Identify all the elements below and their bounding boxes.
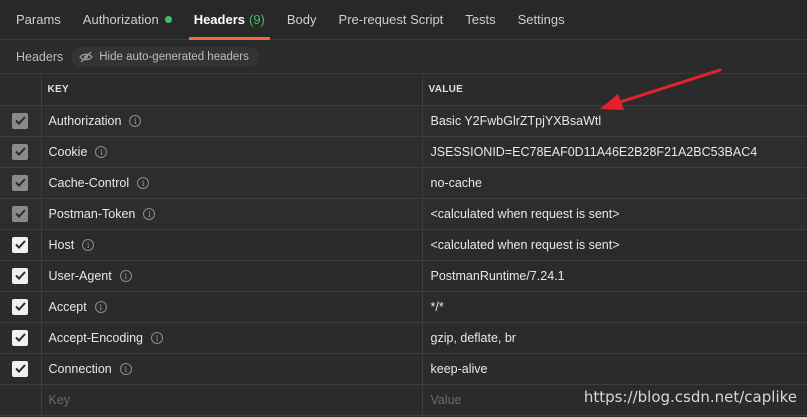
info-icon[interactable]: i [94, 301, 107, 314]
row-checkbox[interactable] [12, 174, 29, 191]
row-checkbox-cell [0, 105, 42, 137]
tab-body[interactable]: Body [276, 0, 328, 39]
row-checkbox[interactable] [12, 143, 29, 160]
header-key: Cookie [48, 144, 88, 159]
header-value-cell[interactable]: gzip, deflate, br [422, 322, 807, 354]
watermark: https://blog.csdn.net/caplike [583, 388, 797, 406]
row-checkbox-cell [0, 136, 42, 168]
header-key: Accept [48, 299, 87, 314]
row-checkbox-cell [0, 291, 42, 323]
header-value-cell[interactable]: no-cache [422, 167, 807, 199]
tab-label: Headers [193, 12, 245, 27]
header-key-cell[interactable]: Connection i [41, 353, 423, 385]
tab-pre-request-script[interactable]: Pre-request Script [328, 0, 455, 39]
tab-label: Params [16, 12, 61, 27]
header-checkbox-column [0, 74, 42, 106]
headers-table: KEY VALUE Authorization i Basic Y2FwbGlrZ… [0, 74, 807, 416]
header-key-cell[interactable]: Accept-Encoding i [41, 322, 423, 354]
row-checkbox[interactable] [12, 298, 29, 315]
tab-headers[interactable]: Headers (9) [183, 0, 276, 40]
header-key-cell[interactable]: Host i [41, 229, 423, 261]
row-checkbox-cell [0, 260, 42, 292]
info-icon[interactable]: i [137, 177, 150, 190]
table-row: Cookie i JSESSIONID=EC78EAF0D11A46E2B28F2… [0, 136, 807, 168]
table-row: User-Agent i PostmanRuntime/7.24.1 [0, 260, 807, 292]
tab-label: Pre-request Script [338, 12, 444, 27]
checkmark-icon [15, 240, 26, 249]
tab-tests[interactable]: Tests [454, 0, 506, 39]
checkmark-icon [15, 333, 26, 342]
table-row: Accept i */* [0, 291, 807, 323]
tab-params[interactable]: Params [5, 0, 72, 39]
checkmark-icon [15, 178, 26, 187]
row-checkbox-cell [0, 322, 42, 354]
header-key: Cache-Control [48, 175, 130, 190]
header-key-cell[interactable]: Accept i [41, 291, 423, 323]
info-icon[interactable]: i [119, 363, 132, 376]
header-key: User-Agent [48, 268, 112, 283]
info-icon[interactable]: i [143, 208, 156, 221]
header-key: Host [48, 237, 75, 252]
request-tabs: Params Authorization Headers (9) Body Pre… [0, 0, 807, 40]
checkmark-icon [15, 147, 26, 156]
row-checkbox[interactable] [12, 112, 29, 129]
tab-label: Settings [517, 12, 565, 27]
header-key-cell[interactable]: Postman-Token i [41, 198, 423, 230]
row-checkbox-cell [0, 384, 42, 416]
row-checkbox[interactable] [12, 205, 29, 222]
header-key-cell[interactable]: Cache-Control i [41, 167, 423, 199]
tab-label: Authorization [82, 12, 159, 27]
header-value-cell[interactable]: <calculated when request is sent> [422, 198, 807, 230]
table-row: Connection i keep-alive [0, 353, 807, 385]
header-key: Accept-Encoding [48, 330, 144, 345]
info-icon[interactable]: i [151, 332, 164, 345]
header-value-cell[interactable]: PostmanRuntime/7.24.1 [422, 260, 807, 292]
tab-label: Tests [465, 12, 496, 27]
checkmark-icon [15, 209, 26, 218]
header-value-cell[interactable]: <calculated when request is sent> [422, 229, 807, 261]
header-value-cell[interactable]: JSESSIONID=EC78EAF0D11A46E2B28F21A2BC53B… [422, 136, 807, 168]
info-icon[interactable]: i [82, 239, 95, 252]
row-checkbox[interactable] [12, 360, 29, 377]
active-dot-icon [164, 16, 172, 23]
header-key: Authorization [48, 113, 122, 128]
row-checkbox-cell [0, 229, 42, 261]
info-icon[interactable]: i [119, 270, 132, 283]
column-header-key: KEY [41, 74, 423, 106]
header-key: Connection [48, 361, 112, 376]
table-row: Accept-Encoding i gzip, deflate, br [0, 322, 807, 354]
headers-section-title: Headers [16, 49, 64, 64]
header-key-cell[interactable]: Authorization i [41, 105, 423, 137]
header-value-cell[interactable]: */* [422, 291, 807, 323]
eye-off-icon [79, 51, 93, 62]
info-icon[interactable]: i [129, 115, 142, 128]
hide-button-label: Hide auto-generated headers [99, 50, 249, 63]
tab-settings[interactable]: Settings [507, 0, 576, 39]
row-checkbox-cell [0, 353, 42, 385]
hide-auto-generated-headers-button[interactable]: Hide auto-generated headers [71, 46, 259, 67]
header-rows: Authorization i Basic Y2FwbGlrZTpjYXBsaWt… [0, 105, 807, 416]
tab-authorization[interactable]: Authorization [72, 0, 183, 39]
annotation-arrow-icon [600, 68, 722, 110]
table-row: Postman-Token i <calculated when request … [0, 198, 807, 230]
table-row: Cache-Control i no-cache [0, 167, 807, 199]
row-checkbox-cell [0, 198, 42, 230]
checkmark-icon [15, 271, 26, 280]
row-checkbox[interactable] [12, 329, 29, 346]
row-checkbox-cell [0, 167, 42, 199]
new-key-input[interactable]: Key [41, 384, 423, 416]
header-key-cell[interactable]: User-Agent i [41, 260, 423, 292]
checkmark-icon [15, 302, 26, 311]
headers-count: (9) [249, 12, 265, 27]
header-value-cell[interactable]: keep-alive [422, 353, 807, 385]
row-checkbox[interactable] [12, 267, 29, 284]
row-checkbox[interactable] [12, 236, 29, 253]
info-icon[interactable]: i [95, 146, 108, 159]
table-row: Host i <calculated when request is sent> [0, 229, 807, 261]
tab-label: Body [286, 12, 317, 27]
checkmark-icon [15, 116, 26, 125]
checkmark-icon [15, 364, 26, 373]
header-key-cell[interactable]: Cookie i [41, 136, 423, 168]
header-key: Postman-Token [48, 206, 136, 221]
